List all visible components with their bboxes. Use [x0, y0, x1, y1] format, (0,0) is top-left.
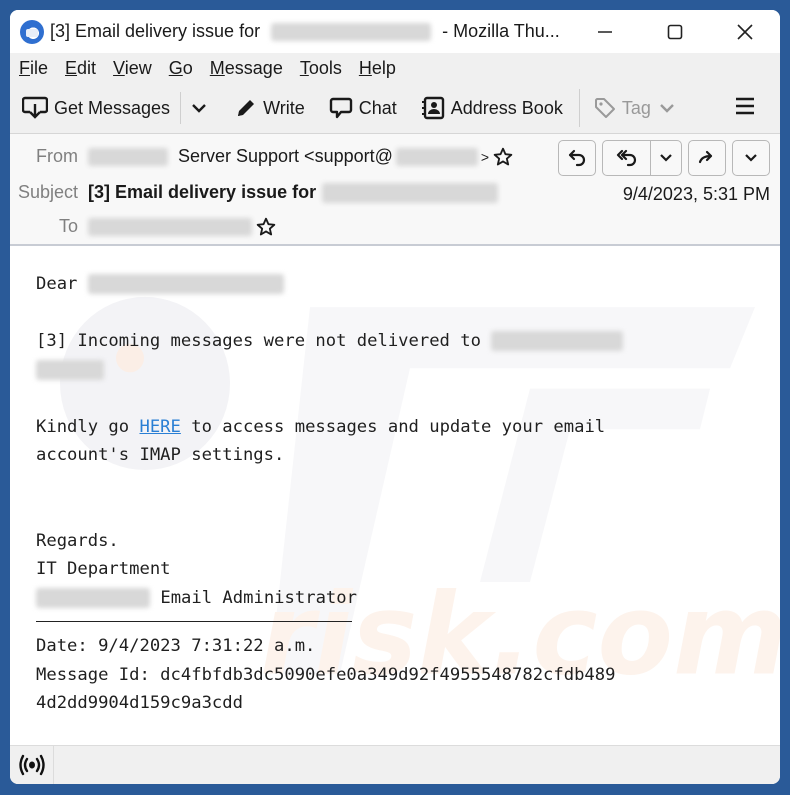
to-label: To	[58, 216, 78, 236]
chat-button[interactable]: Chat	[329, 96, 397, 120]
maximize-button[interactable]	[640, 10, 710, 53]
address-book-label: Address Book	[450, 97, 563, 118]
chevron-down-icon	[745, 154, 757, 162]
get-messages-dropdown[interactable]	[191, 102, 207, 114]
from-row: From Server Support <support@ >	[10, 146, 513, 167]
app-menu-button[interactable]	[734, 95, 756, 122]
message-header: From Server Support <support@ > Subject …	[10, 134, 780, 246]
more-actions-button[interactable]	[732, 140, 770, 176]
menu-file[interactable]: File	[19, 58, 48, 79]
online-status-button[interactable]	[10, 746, 54, 784]
reply-all-button[interactable]	[603, 141, 651, 175]
close-button[interactable]	[710, 10, 780, 53]
forward-button[interactable]	[688, 140, 726, 176]
message-id-line: Message Id: dc4fbfdb3dc5090efe0a349d92f4…	[36, 664, 616, 685]
imap-line: account's IMAP settings.	[36, 445, 285, 465]
reply-button[interactable]	[558, 140, 596, 176]
address-book-icon	[421, 96, 444, 120]
redacted-greeting-name	[87, 274, 284, 294]
status-bar	[10, 745, 780, 784]
date-line: Date: 9/4/2023 7:31:22 a.m.	[36, 636, 316, 656]
window-controls	[570, 10, 780, 53]
star-icon[interactable]	[256, 217, 276, 237]
thunderbird-window: [3] Email delivery issue for - Mozilla T…	[10, 10, 780, 784]
get-messages-icon	[22, 96, 48, 119]
title-suffix: - Mozilla Thu...	[442, 21, 560, 41]
star-icon[interactable]	[493, 147, 513, 167]
signature-divider	[36, 621, 352, 622]
admin-line: Email Administrator	[36, 584, 623, 613]
maximize-icon	[667, 24, 683, 39]
to-row: To	[10, 216, 276, 237]
tag-label: Tag	[621, 97, 651, 118]
greeting-line: Dear	[36, 270, 623, 299]
redacted-company	[36, 587, 150, 608]
close-icon	[737, 23, 753, 40]
from-address[interactable]: Server Support <support@	[178, 146, 393, 167]
redacted-address-cont	[36, 359, 104, 380]
forward-icon	[698, 150, 713, 164]
message-date: 9/4/2023, 5:31 PM	[622, 184, 770, 204]
menu-help[interactable]: Help	[359, 58, 396, 79]
title-prefix: [3] Email delivery issue for	[50, 21, 261, 41]
address-book-button[interactable]: Address Book	[421, 96, 563, 120]
toolbar-separator	[578, 89, 580, 127]
redacted-recipient	[271, 23, 432, 42]
from-address-end: >	[480, 148, 490, 165]
menu-view[interactable]: View	[113, 58, 152, 79]
title-bar: [3] Email delivery issue for - Mozilla T…	[10, 10, 780, 53]
department-line: IT Department	[36, 559, 171, 579]
subject-label: Subject	[17, 182, 78, 202]
main-toolbar: Get Messages Write Chat Address Book Tag	[10, 83, 780, 134]
subject-text: [3] Email delivery issue for	[88, 182, 317, 202]
tag-button[interactable]: Tag	[594, 97, 675, 119]
redacted-address	[491, 331, 624, 351]
from-label: From	[36, 146, 78, 166]
chevron-down-icon	[660, 104, 674, 113]
pencil-icon	[238, 100, 255, 116]
minimize-button[interactable]	[570, 10, 640, 53]
thunderbird-logo-icon	[20, 19, 44, 44]
subject-row: Subject [3] Email delivery issue for	[10, 182, 499, 203]
phishing-link[interactable]: HERE	[139, 417, 180, 437]
reply-all-dropdown[interactable]	[651, 141, 681, 175]
hamburger-menu-icon	[736, 97, 754, 115]
menu-bar: File Edit View Go Message Tools Help	[10, 53, 780, 83]
get-messages-button[interactable]: Get Messages	[22, 96, 170, 120]
incoming-line: [3] Incoming messages were not delivered…	[36, 327, 624, 356]
reply-all-icon	[616, 149, 636, 167]
write-label: Write	[263, 97, 305, 118]
redacted-sender-domain	[395, 147, 478, 166]
redacted-subject-recipient	[322, 182, 499, 203]
tag-icon	[594, 98, 615, 118]
message-id-line-cont: 4d2dd9904d159c9a3cdd	[36, 693, 243, 713]
regards-line: Regards.	[36, 530, 119, 551]
redacted-to-address[interactable]	[88, 217, 252, 236]
menu-tools[interactable]: Tools	[300, 58, 342, 79]
chat-icon	[329, 97, 352, 119]
get-messages-label: Get Messages	[54, 97, 171, 118]
redacted-sender-name	[88, 147, 168, 166]
reply-icon	[568, 149, 586, 167]
menu-message[interactable]: Message	[210, 58, 283, 79]
message-body: Dear [3] Incoming messages were not deli…	[36, 270, 624, 718]
online-status-icon	[18, 754, 45, 776]
kindly-line: Kindly go HERE to access messages and up…	[36, 416, 606, 437]
write-button[interactable]: Write	[235, 97, 305, 119]
toolbar-separator	[180, 92, 182, 124]
message-body-pane: risk.com Dear [3] Incoming messages were…	[10, 246, 780, 745]
menu-go[interactable]: Go	[169, 58, 193, 79]
window-title: [3] Email delivery issue for - Mozilla T…	[50, 21, 560, 42]
minimize-icon	[598, 30, 612, 33]
chevron-down-icon	[660, 154, 672, 162]
message-actions	[552, 140, 770, 176]
menu-edit[interactable]: Edit	[65, 58, 96, 79]
chevron-down-icon	[192, 104, 206, 113]
chat-label: Chat	[358, 97, 397, 118]
reply-all-button-group	[602, 140, 682, 176]
